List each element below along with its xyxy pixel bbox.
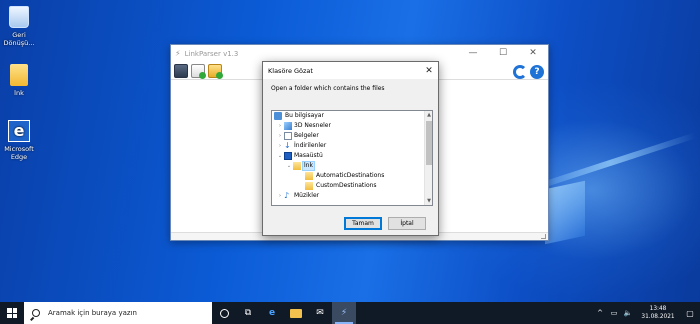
taskbar-edge[interactable]: e [260,302,284,324]
clock[interactable]: 13:48 31.08.2021 [636,305,680,321]
clock-time: 13:48 [649,306,667,312]
add-folder-icon[interactable] [208,63,223,79]
expand-chevron-icon[interactable]: › [277,131,283,141]
clock-date: 31.08.2021 [641,314,675,320]
desktop-icon-recycle-bin[interactable]: Geri Dönüşü... [0,6,41,47]
desktop-icon-lnk-folder[interactable]: lnk [0,64,41,97]
task-view-button[interactable]: ⧉ [236,302,260,324]
expand-chevron-icon[interactable]: › [277,121,283,131]
folder-tree[interactable]: Bu bilgisayar › 3D Nesneler › Belgeler ›… [271,110,433,206]
linkparser-titlebar[interactable]: ⚡ LinkParser v1.3 — ☐ ✕ [171,45,548,62]
folder-icon [293,162,301,170]
collapse-chevron-icon[interactable]: ⌄ [277,151,283,161]
dialog-titlebar[interactable]: Klasöre Gözat ✕ [263,62,438,79]
window-title: LinkParser v1.3 [184,49,239,58]
tree-item-label: İndirilenler [294,142,327,149]
3d-objects-icon [284,122,292,130]
desktop-icon-edge[interactable]: e Microsoft Edge [0,120,41,161]
minimize-button[interactable]: — [458,45,488,62]
edge-icon: e [8,120,30,142]
scroll-down-arrow-icon[interactable]: ▼ [425,197,432,205]
volume-icon[interactable]: 🔈 [622,309,634,317]
taskbar-mail[interactable]: ✉ [308,302,332,324]
expand-chevron-icon[interactable]: › [277,141,283,151]
desktop-icon [284,152,292,160]
search-placeholder: Aramak için buraya yazın [48,309,137,317]
tree-item-automatic-destinations[interactable]: AutomaticDestinations [272,171,432,181]
desktop-icon-label: lnk [14,89,24,97]
folder-icon [10,64,28,86]
show-hidden-icons-chevron[interactable]: ^ [594,309,606,317]
dialog-description: Open a folder which contains the files [271,85,385,92]
notification-center-icon[interactable]: ▢ [680,309,700,318]
refresh-icon[interactable] [513,65,527,79]
file-explorer-icon [290,308,302,318]
tree-item-downloads[interactable]: › ↓ İndirilenler [272,141,432,151]
dialog-close-button[interactable]: ✕ [420,66,438,76]
scroll-thumb[interactable] [426,121,432,165]
tree-item-custom-destinations[interactable]: CustomDestinations [272,181,432,191]
tree-item-this-pc[interactable]: Bu bilgisayar [272,111,432,121]
collapse-chevron-icon[interactable]: ⌄ [286,161,292,171]
linkparser-app-icon: ⚡ [340,308,348,318]
save-icon[interactable] [174,63,188,78]
tree-item-label: AutomaticDestinations [316,172,385,179]
documents-icon [284,132,292,140]
folder-icon [305,172,313,180]
folder-icon [305,182,313,190]
windows-logo-icon [7,308,17,318]
downloads-icon: ↓ [284,141,291,150]
tree-item-desktop[interactable]: ⌄ Masaüstü [272,151,432,161]
tree-item-label: Müzikler [294,192,320,199]
tree-item-documents[interactable]: › Belgeler [272,131,432,141]
network-icon[interactable]: ▭ [608,309,620,317]
expand-chevron-icon[interactable]: › [277,191,283,201]
cortana-icon [219,308,229,318]
maximize-button[interactable]: ☐ [488,45,518,62]
taskbar-search-box[interactable]: Aramak için buraya yazın [24,302,212,324]
add-file-icon[interactable] [191,63,206,79]
cancel-button[interactable]: İptal [388,217,426,230]
edge-icon: e [268,308,276,318]
task-view-icon: ⧉ [244,308,252,318]
tree-item-label: Bu bilgisayar [285,112,324,119]
dialog-title: Klasöre Gözat [268,66,313,75]
close-button[interactable]: ✕ [518,45,548,62]
tree-item-label: CustomDestinations [316,182,377,189]
tree-scrollbar[interactable]: ▲ ▼ [424,111,432,205]
resize-grip-icon[interactable] [541,234,546,239]
desktop-icon-label: Microsoft Edge [4,145,34,161]
wallpaper-logo [545,180,585,245]
browse-folder-dialog: Klasöre Gözat ✕ Open a folder which cont… [262,61,439,236]
search-icon [32,309,40,317]
system-tray: ^ ▭ 🔈 13:48 31.08.2021 ▢ [594,302,700,324]
mail-icon: ✉ [316,308,324,318]
tree-item-label: 3D Nesneler [294,122,331,129]
tree-item-lnk[interactable]: ⌄ lnk [272,161,432,171]
cortana-button[interactable] [212,302,236,324]
taskbar: Aramak için buraya yazın ⧉ e ✉ ⚡ ^ ▭ 🔈 1… [0,302,700,324]
tree-item-label: Masaüstü [294,152,323,159]
help-icon[interactable]: ? [530,65,544,79]
tree-item-music[interactable]: › ♪ Müzikler [272,191,432,201]
taskbar-linkparser[interactable]: ⚡ [332,302,356,324]
music-icon: ♪ [284,191,290,200]
computer-icon [274,112,282,120]
linkparser-app-icon: ⚡ [175,49,181,58]
tree-item-3d-objects[interactable]: › 3D Nesneler [272,121,432,131]
ok-button[interactable]: Tamam [344,217,382,230]
toolbar-right: ? [510,65,544,79]
tree-item-label: Belgeler [294,132,319,139]
tree-item-label: lnk [302,161,315,171]
recycle-bin-icon [9,6,29,28]
start-button[interactable] [0,302,24,324]
scroll-up-arrow-icon[interactable]: ▲ [425,111,432,119]
taskbar-file-explorer[interactable] [284,302,308,324]
desktop-icon-label: Geri Dönüşü... [3,31,35,47]
